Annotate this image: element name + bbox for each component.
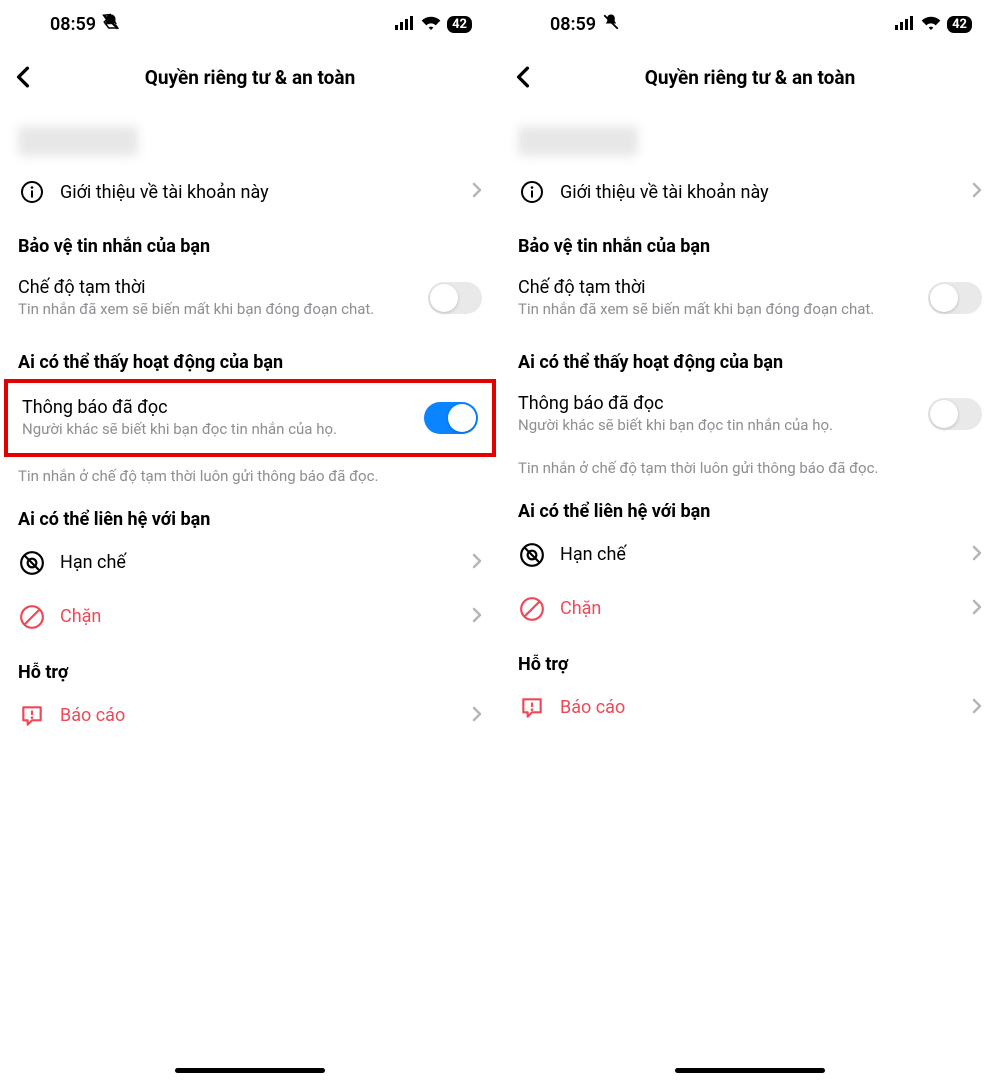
vanish-toggle[interactable]	[428, 282, 482, 314]
section-activity: Ai có thể thấy hoạt động của bạn	[0, 334, 500, 379]
home-indicator[interactable]	[675, 1068, 825, 1073]
chevron-right-icon	[472, 182, 482, 202]
restrict-row[interactable]: Hạn chế	[0, 536, 500, 590]
status-bar: 08:59 42	[500, 0, 1000, 48]
read-receipt-highlight: Thông báo đã đọc Người khác sẽ biết khi …	[4, 379, 496, 458]
chevron-right-icon	[972, 182, 982, 202]
chevron-right-icon	[472, 553, 482, 573]
chevron-right-icon	[972, 599, 982, 619]
status-time: 08:59	[550, 14, 596, 35]
vanish-sub: Tin nhắn đã xem sẽ biến mất khi bạn đóng…	[18, 300, 414, 320]
silent-icon	[602, 13, 620, 36]
back-button[interactable]	[16, 66, 46, 88]
block-row[interactable]: Chặn	[500, 582, 1000, 636]
content: Giới thiệu về tài khoản này Bảo vệ tin n…	[0, 106, 500, 1083]
wifi-icon	[921, 14, 941, 35]
cellular-icon	[395, 14, 415, 35]
status-time: 08:59	[50, 14, 96, 35]
report-row[interactable]: Báo cáo	[500, 681, 1000, 735]
battery-badge: 42	[447, 16, 472, 33]
vanish-title: Chế độ tạm thời	[518, 277, 914, 298]
report-label: Báo cáo	[60, 705, 458, 726]
section-activity: Ai có thể thấy hoạt động của bạn	[500, 334, 1000, 379]
silent-icon	[102, 13, 120, 36]
block-label: Chặn	[60, 606, 458, 627]
read-title: Thông báo đã đọc	[518, 393, 914, 414]
wifi-icon	[421, 14, 441, 35]
restrict-row[interactable]: Hạn chế	[500, 528, 1000, 582]
vanish-mode-row[interactable]: Chế độ tạm thời Tin nhắn đã xem sẽ biến …	[0, 263, 500, 334]
restrict-label: Hạn chế	[560, 544, 958, 565]
block-label: Chặn	[560, 598, 958, 619]
block-icon	[18, 604, 46, 630]
report-row[interactable]: Báo cáo	[0, 689, 500, 743]
report-label: Báo cáo	[560, 697, 958, 718]
nav-bar: Quyền riêng tư & an toàn	[500, 48, 1000, 106]
info-icon	[18, 180, 46, 204]
read-receipts-toggle[interactable]	[928, 398, 982, 430]
report-icon	[518, 695, 546, 721]
cellular-icon	[895, 14, 915, 35]
section-support: Hỗ trợ	[0, 644, 500, 689]
chevron-right-icon	[972, 545, 982, 565]
section-protect: Bảo vệ tin nhắn của bạn	[500, 218, 1000, 263]
chevron-right-icon	[972, 698, 982, 718]
home-indicator[interactable]	[175, 1068, 325, 1073]
page-title: Quyền riêng tư & an toàn	[0, 66, 500, 89]
section-support: Hỗ trợ	[500, 636, 1000, 681]
read-sub: Người khác sẽ biết khi bạn đọc tin nhắn …	[22, 420, 410, 440]
phone-right: 08:59 42 Quyền riêng tư & an toàn G	[500, 0, 1000, 1083]
read-receipts-footer: Tin nhắn ở chế độ tạm thời luôn gửi thôn…	[500, 449, 1000, 483]
about-account-label: Giới thiệu về tài khoản này	[60, 182, 458, 203]
account-name-blurred	[18, 126, 138, 156]
read-receipts-row[interactable]: Thông báo đã đọc Người khác sẽ biết khi …	[8, 383, 492, 454]
status-bar: 08:59 42	[0, 0, 500, 48]
block-icon	[518, 596, 546, 622]
section-contact: Ai có thể liên hệ với bạn	[500, 483, 1000, 528]
battery-badge: 42	[947, 16, 972, 33]
restrict-label: Hạn chế	[60, 552, 458, 573]
read-sub: Người khác sẽ biết khi bạn đọc tin nhắn …	[518, 416, 914, 436]
back-button[interactable]	[516, 66, 546, 88]
vanish-sub: Tin nhắn đã xem sẽ biến mất khi bạn đóng…	[518, 300, 914, 320]
vanish-toggle[interactable]	[928, 282, 982, 314]
about-account-label: Giới thiệu về tài khoản này	[560, 182, 958, 203]
section-contact: Ai có thể liên hệ với bạn	[0, 491, 500, 536]
account-name-blurred	[518, 126, 638, 156]
block-row[interactable]: Chặn	[0, 590, 500, 644]
about-account-row[interactable]: Giới thiệu về tài khoản này	[500, 166, 1000, 218]
chevron-right-icon	[472, 607, 482, 627]
vanish-title: Chế độ tạm thời	[18, 277, 414, 298]
restrict-icon	[518, 542, 546, 568]
read-receipts-row[interactable]: Thông báo đã đọc Người khác sẽ biết khi …	[500, 379, 1000, 450]
vanish-mode-row[interactable]: Chế độ tạm thời Tin nhắn đã xem sẽ biến …	[500, 263, 1000, 334]
content: Giới thiệu về tài khoản này Bảo vệ tin n…	[500, 106, 1000, 1083]
info-icon	[518, 180, 546, 204]
read-title: Thông báo đã đọc	[22, 397, 410, 418]
phone-left: 08:59 42 Quyền riêng tư & an toàn G	[0, 0, 500, 1083]
read-receipts-footer: Tin nhắn ở chế độ tạm thời luôn gửi thôn…	[0, 457, 500, 491]
section-protect: Bảo vệ tin nhắn của bạn	[0, 218, 500, 263]
read-receipts-toggle[interactable]	[424, 402, 478, 434]
page-title: Quyền riêng tư & an toàn	[500, 66, 1000, 89]
about-account-row[interactable]: Giới thiệu về tài khoản này	[0, 166, 500, 218]
nav-bar: Quyền riêng tư & an toàn	[0, 48, 500, 106]
report-icon	[18, 703, 46, 729]
chevron-right-icon	[472, 706, 482, 726]
restrict-icon	[18, 550, 46, 576]
